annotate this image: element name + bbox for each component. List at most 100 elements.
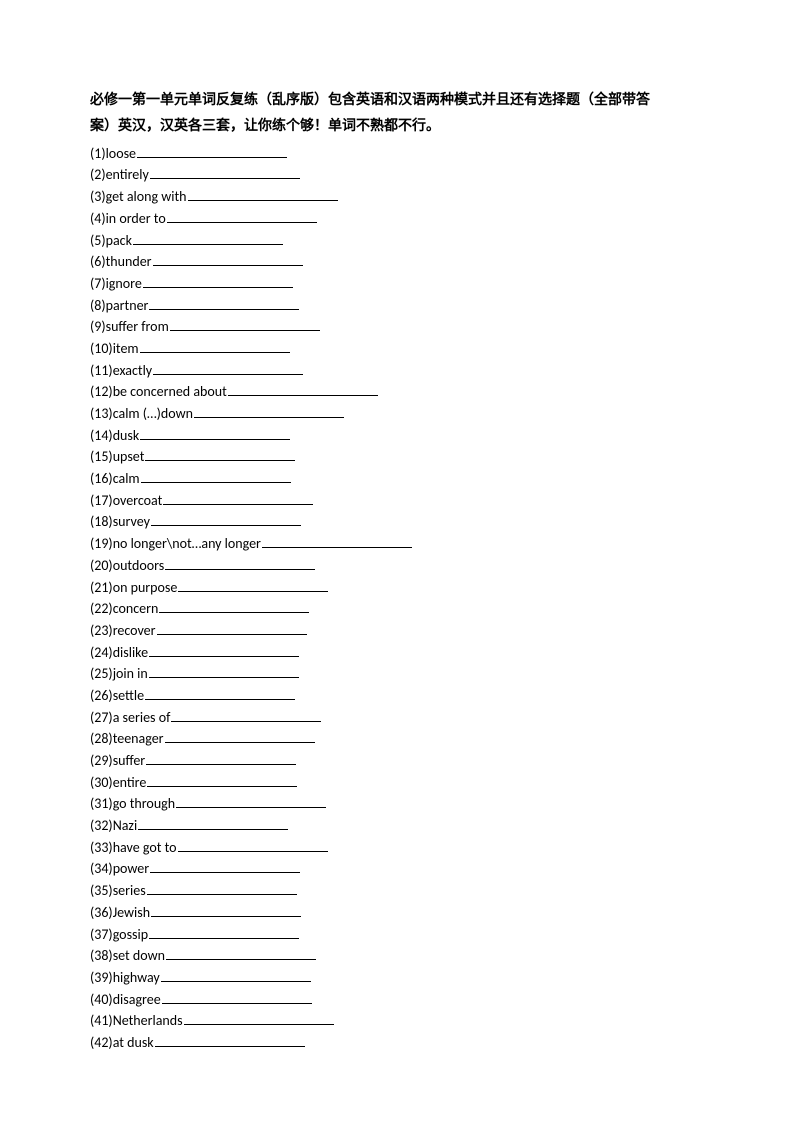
item-number: (32)	[90, 815, 113, 837]
item-word: get along with	[106, 186, 187, 208]
answer-blank[interactable]	[159, 599, 309, 613]
answer-blank[interactable]	[171, 708, 321, 722]
item-word: entirely	[106, 164, 149, 186]
answer-blank[interactable]	[194, 404, 344, 418]
item-word: on purpose	[113, 577, 178, 599]
vocabulary-item: (2)entirely	[90, 164, 704, 186]
vocabulary-item: (24)dislike	[90, 642, 704, 664]
item-number: (9)	[90, 316, 106, 338]
answer-blank[interactable]	[153, 252, 303, 266]
answer-blank[interactable]	[150, 165, 300, 179]
item-number: (2)	[90, 164, 106, 186]
vocabulary-item: (35)series	[90, 880, 704, 902]
answer-blank[interactable]	[145, 686, 295, 700]
item-number: (12)	[90, 381, 113, 403]
vocabulary-item: (4)in order to	[90, 208, 704, 230]
item-number: (25)	[90, 663, 113, 685]
answer-blank[interactable]	[143, 274, 293, 288]
item-number: (11)	[90, 360, 113, 382]
item-word: recover	[113, 620, 156, 642]
answer-blank[interactable]	[166, 946, 316, 960]
answer-blank[interactable]	[163, 491, 313, 505]
answer-blank[interactable]	[184, 1011, 334, 1025]
vocabulary-item: (26)settle	[90, 685, 704, 707]
answer-blank[interactable]	[167, 209, 317, 223]
answer-blank[interactable]	[151, 903, 301, 917]
answer-blank[interactable]	[157, 621, 307, 635]
answer-blank[interactable]	[140, 339, 290, 353]
answer-blank[interactable]	[262, 534, 412, 548]
item-number: (18)	[90, 511, 113, 533]
vocabulary-item: (5)pack	[90, 230, 704, 252]
item-word: dislike	[113, 642, 148, 664]
answer-blank[interactable]	[178, 838, 328, 852]
item-number: (29)	[90, 750, 113, 772]
vocabulary-item: (25)join in	[90, 663, 704, 685]
item-word: partner	[106, 295, 149, 317]
item-word: at dusk	[113, 1032, 154, 1054]
item-word: overcoat	[113, 490, 163, 512]
answer-blank[interactable]	[141, 469, 291, 483]
answer-blank[interactable]	[149, 643, 299, 657]
vocabulary-item: (16)calm	[90, 468, 704, 490]
answer-blank[interactable]	[150, 859, 300, 873]
item-number: (23)	[90, 620, 113, 642]
vocabulary-list: (1)loose(2)entirely(3)get along with(4)i…	[90, 143, 704, 1054]
item-word: concern	[113, 598, 159, 620]
answer-blank[interactable]	[188, 187, 338, 201]
item-number: (21)	[90, 577, 113, 599]
answer-blank[interactable]	[138, 816, 288, 830]
vocabulary-item: (9)suffer from	[90, 316, 704, 338]
item-number: (27)	[90, 707, 113, 729]
answer-blank[interactable]	[178, 578, 328, 592]
answer-blank[interactable]	[170, 317, 320, 331]
item-word: ignore	[106, 273, 142, 295]
item-number: (40)	[90, 989, 113, 1011]
item-word: suffer from	[106, 316, 169, 338]
answer-blank[interactable]	[147, 881, 297, 895]
item-number: (33)	[90, 837, 113, 859]
vocabulary-item: (12)be concerned about	[90, 381, 704, 403]
item-number: (16)	[90, 468, 113, 490]
item-word: loose	[106, 143, 136, 165]
answer-blank[interactable]	[228, 382, 378, 396]
answer-blank[interactable]	[149, 296, 299, 310]
item-word: have got to	[113, 837, 177, 859]
item-word: outdoors	[113, 555, 165, 577]
item-number: (22)	[90, 598, 113, 620]
vocabulary-item: (10)item	[90, 338, 704, 360]
item-word: exactly	[113, 360, 152, 382]
item-word: series	[113, 880, 146, 902]
answer-blank[interactable]	[145, 447, 295, 461]
answer-blank[interactable]	[149, 925, 299, 939]
answer-blank[interactable]	[165, 729, 315, 743]
answer-blank[interactable]	[146, 751, 296, 765]
answer-blank[interactable]	[137, 144, 287, 158]
answer-blank[interactable]	[133, 231, 283, 245]
answer-blank[interactable]	[147, 773, 297, 787]
answer-blank[interactable]	[153, 361, 303, 375]
answer-blank[interactable]	[155, 1033, 305, 1047]
answer-blank[interactable]	[165, 556, 315, 570]
item-word: Nazi	[113, 815, 138, 837]
item-number: (14)	[90, 425, 113, 447]
item-number: (1)	[90, 143, 106, 165]
item-word: in order to	[106, 208, 166, 230]
item-number: (15)	[90, 446, 113, 468]
item-word: survey	[113, 511, 150, 533]
answer-blank[interactable]	[162, 990, 312, 1004]
vocabulary-item: (6)thunder	[90, 251, 704, 273]
answer-blank[interactable]	[149, 664, 299, 678]
vocabulary-item: (14)dusk	[90, 425, 704, 447]
answer-blank[interactable]	[151, 512, 301, 526]
item-number: (19)	[90, 533, 113, 555]
item-number: (4)	[90, 208, 106, 230]
item-number: (7)	[90, 273, 106, 295]
item-word: item	[113, 338, 139, 360]
item-word: gossip	[113, 924, 148, 946]
answer-blank[interactable]	[140, 426, 290, 440]
item-word: a series of	[113, 707, 171, 729]
item-word: no longer\not…any longer	[113, 533, 261, 555]
answer-blank[interactable]	[176, 794, 326, 808]
answer-blank[interactable]	[161, 968, 311, 982]
